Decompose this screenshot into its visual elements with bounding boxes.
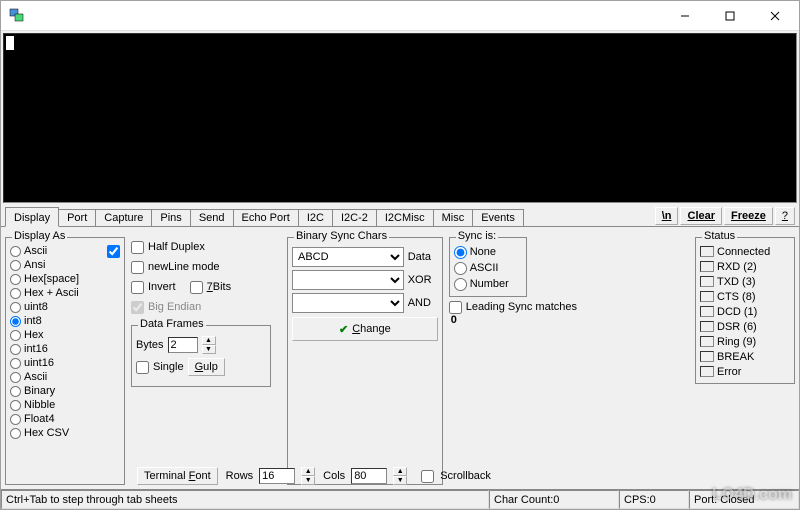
radio-int16[interactable] [10,344,21,355]
app-window: Display Port Capture Pins Send Echo Port… [0,0,800,510]
led-cts [700,291,714,302]
radio-ansi[interactable] [10,260,21,271]
tabstrip: Display Port Capture Pins Send Echo Port… [1,205,799,227]
display-as-legend: Display As [12,230,67,242]
radio-binary[interactable] [10,386,21,397]
bytes-spinner[interactable]: ▲▼ [202,336,216,354]
cols-spinner[interactable]: ▲▼ [393,467,407,485]
radio-hex[interactable] [10,330,21,341]
syncis-number[interactable] [454,278,467,291]
tab-pins[interactable]: Pins [151,209,190,227]
bytes-input[interactable] [168,337,198,353]
leading-sync-check[interactable] [449,301,462,314]
minimize-button[interactable] [662,2,707,30]
radio-ascii[interactable] [10,246,21,257]
gulp-button[interactable]: Gulp [188,358,225,376]
radio-nibble[interactable] [10,400,21,411]
led-break [700,351,714,362]
ascii-check[interactable] [107,245,120,258]
radio-uint8[interactable] [10,302,21,313]
radio-hexascii[interactable] [10,288,21,299]
7bits-check[interactable] [190,281,203,294]
bottom-row: Terminal Font Rows ▲▼ Cols ▲▼ Scrollback [137,467,491,485]
radio-hexspace[interactable] [10,274,21,285]
cols-input[interactable] [351,468,387,484]
radio-uint16[interactable] [10,358,21,369]
check-icon: ✔ [339,323,348,336]
rows-spinner[interactable]: ▲▼ [301,467,315,485]
newline-mode-check[interactable] [131,261,144,274]
syncis-ascii[interactable] [454,262,467,275]
statusbar: Ctrl+Tab to step through tab sheets Char… [1,489,799,509]
radio-ascii2[interactable] [10,372,21,383]
half-duplex-check[interactable] [131,241,144,254]
led-txd [700,276,714,287]
tab-i2cmisc[interactable]: I2CMisc [376,209,434,227]
cursor [6,36,14,50]
app-icon [9,8,25,24]
tab-i2c2[interactable]: I2C-2 [332,209,377,227]
big-endian-check [131,301,144,314]
cols-label: Cols [323,470,345,482]
titlebar [1,1,799,31]
binary-sync-group: Binary Sync Chars ABCDData XOR AND ✔Chan… [287,237,443,485]
tab-misc[interactable]: Misc [433,209,474,227]
led-ring [700,336,714,347]
single-check[interactable] [136,361,149,374]
spin-up[interactable]: ▲ [202,336,216,345]
rows-label: Rows [226,470,254,482]
close-button[interactable] [752,2,797,30]
status-hint: Ctrl+Tab to step through tab sheets [1,490,489,509]
radio-float4[interactable] [10,414,21,425]
led-dsr [700,321,714,332]
sync-column: Binary Sync Chars ABCDData XOR AND ✔Chan… [287,231,577,485]
data-frames-group: Data Frames Bytes ▲▼ Single Gulp [131,325,271,387]
maximize-button[interactable] [707,2,752,30]
sync-is-legend: Sync is: [456,230,499,242]
syncis-none[interactable] [454,246,467,259]
sync-and-select[interactable] [292,293,404,313]
sync-is-group: Sync is: None ASCII Number [449,237,527,297]
led-connected [700,246,714,257]
invert-check[interactable] [131,281,144,294]
status-group: Status Connected RXD (2) TXD (3) CTS (8)… [695,237,795,384]
clear-button[interactable]: Clear [680,207,722,225]
sync-xor-select[interactable] [292,270,404,290]
tab-i2c[interactable]: I2C [298,209,333,227]
spin-down[interactable]: ▼ [202,345,216,354]
change-button[interactable]: ✔Change [292,317,438,341]
status-port: Port: Closed [689,490,799,509]
tab-body: Display As Ascii Ansi Hex[space] Hex + A… [1,226,799,489]
display-as-group: Display As Ascii Ansi Hex[space] Hex + A… [5,237,125,485]
tab-echoport[interactable]: Echo Port [233,209,299,227]
leading-count: 0 [449,314,577,326]
led-rxd [700,261,714,272]
help-button[interactable]: ? [775,207,795,225]
status-legend: Status [702,230,737,242]
binary-sync-legend: Binary Sync Chars [294,230,389,242]
freeze-button[interactable]: Freeze [724,207,773,225]
led-error [700,366,714,377]
tab-send[interactable]: Send [190,209,234,227]
status-cps: CPS:0 [619,490,689,509]
radio-hexcsv[interactable] [10,428,21,439]
tab-display[interactable]: Display [5,207,59,227]
tab-events[interactable]: Events [472,209,524,227]
bytes-label: Bytes [136,339,164,351]
radio-int8[interactable] [10,316,21,327]
terminal-output[interactable] [3,33,797,203]
mid-column: Half Duplex newLine mode Invert 7Bits Bi… [131,231,281,485]
newline-button[interactable]: \n [655,207,679,225]
scrollback-check[interactable] [421,470,434,483]
tab-port[interactable]: Port [58,209,96,227]
leading-sync-row: Leading Sync matches [449,301,577,314]
status-charcount: Char Count:0 [489,490,619,509]
sync-data-select[interactable]: ABCD [292,247,404,267]
data-frames-legend: Data Frames [138,318,206,330]
led-dcd [700,306,714,317]
tab-capture[interactable]: Capture [95,209,152,227]
rows-input[interactable] [259,468,295,484]
terminal-font-button[interactable]: Terminal Font [137,467,218,485]
